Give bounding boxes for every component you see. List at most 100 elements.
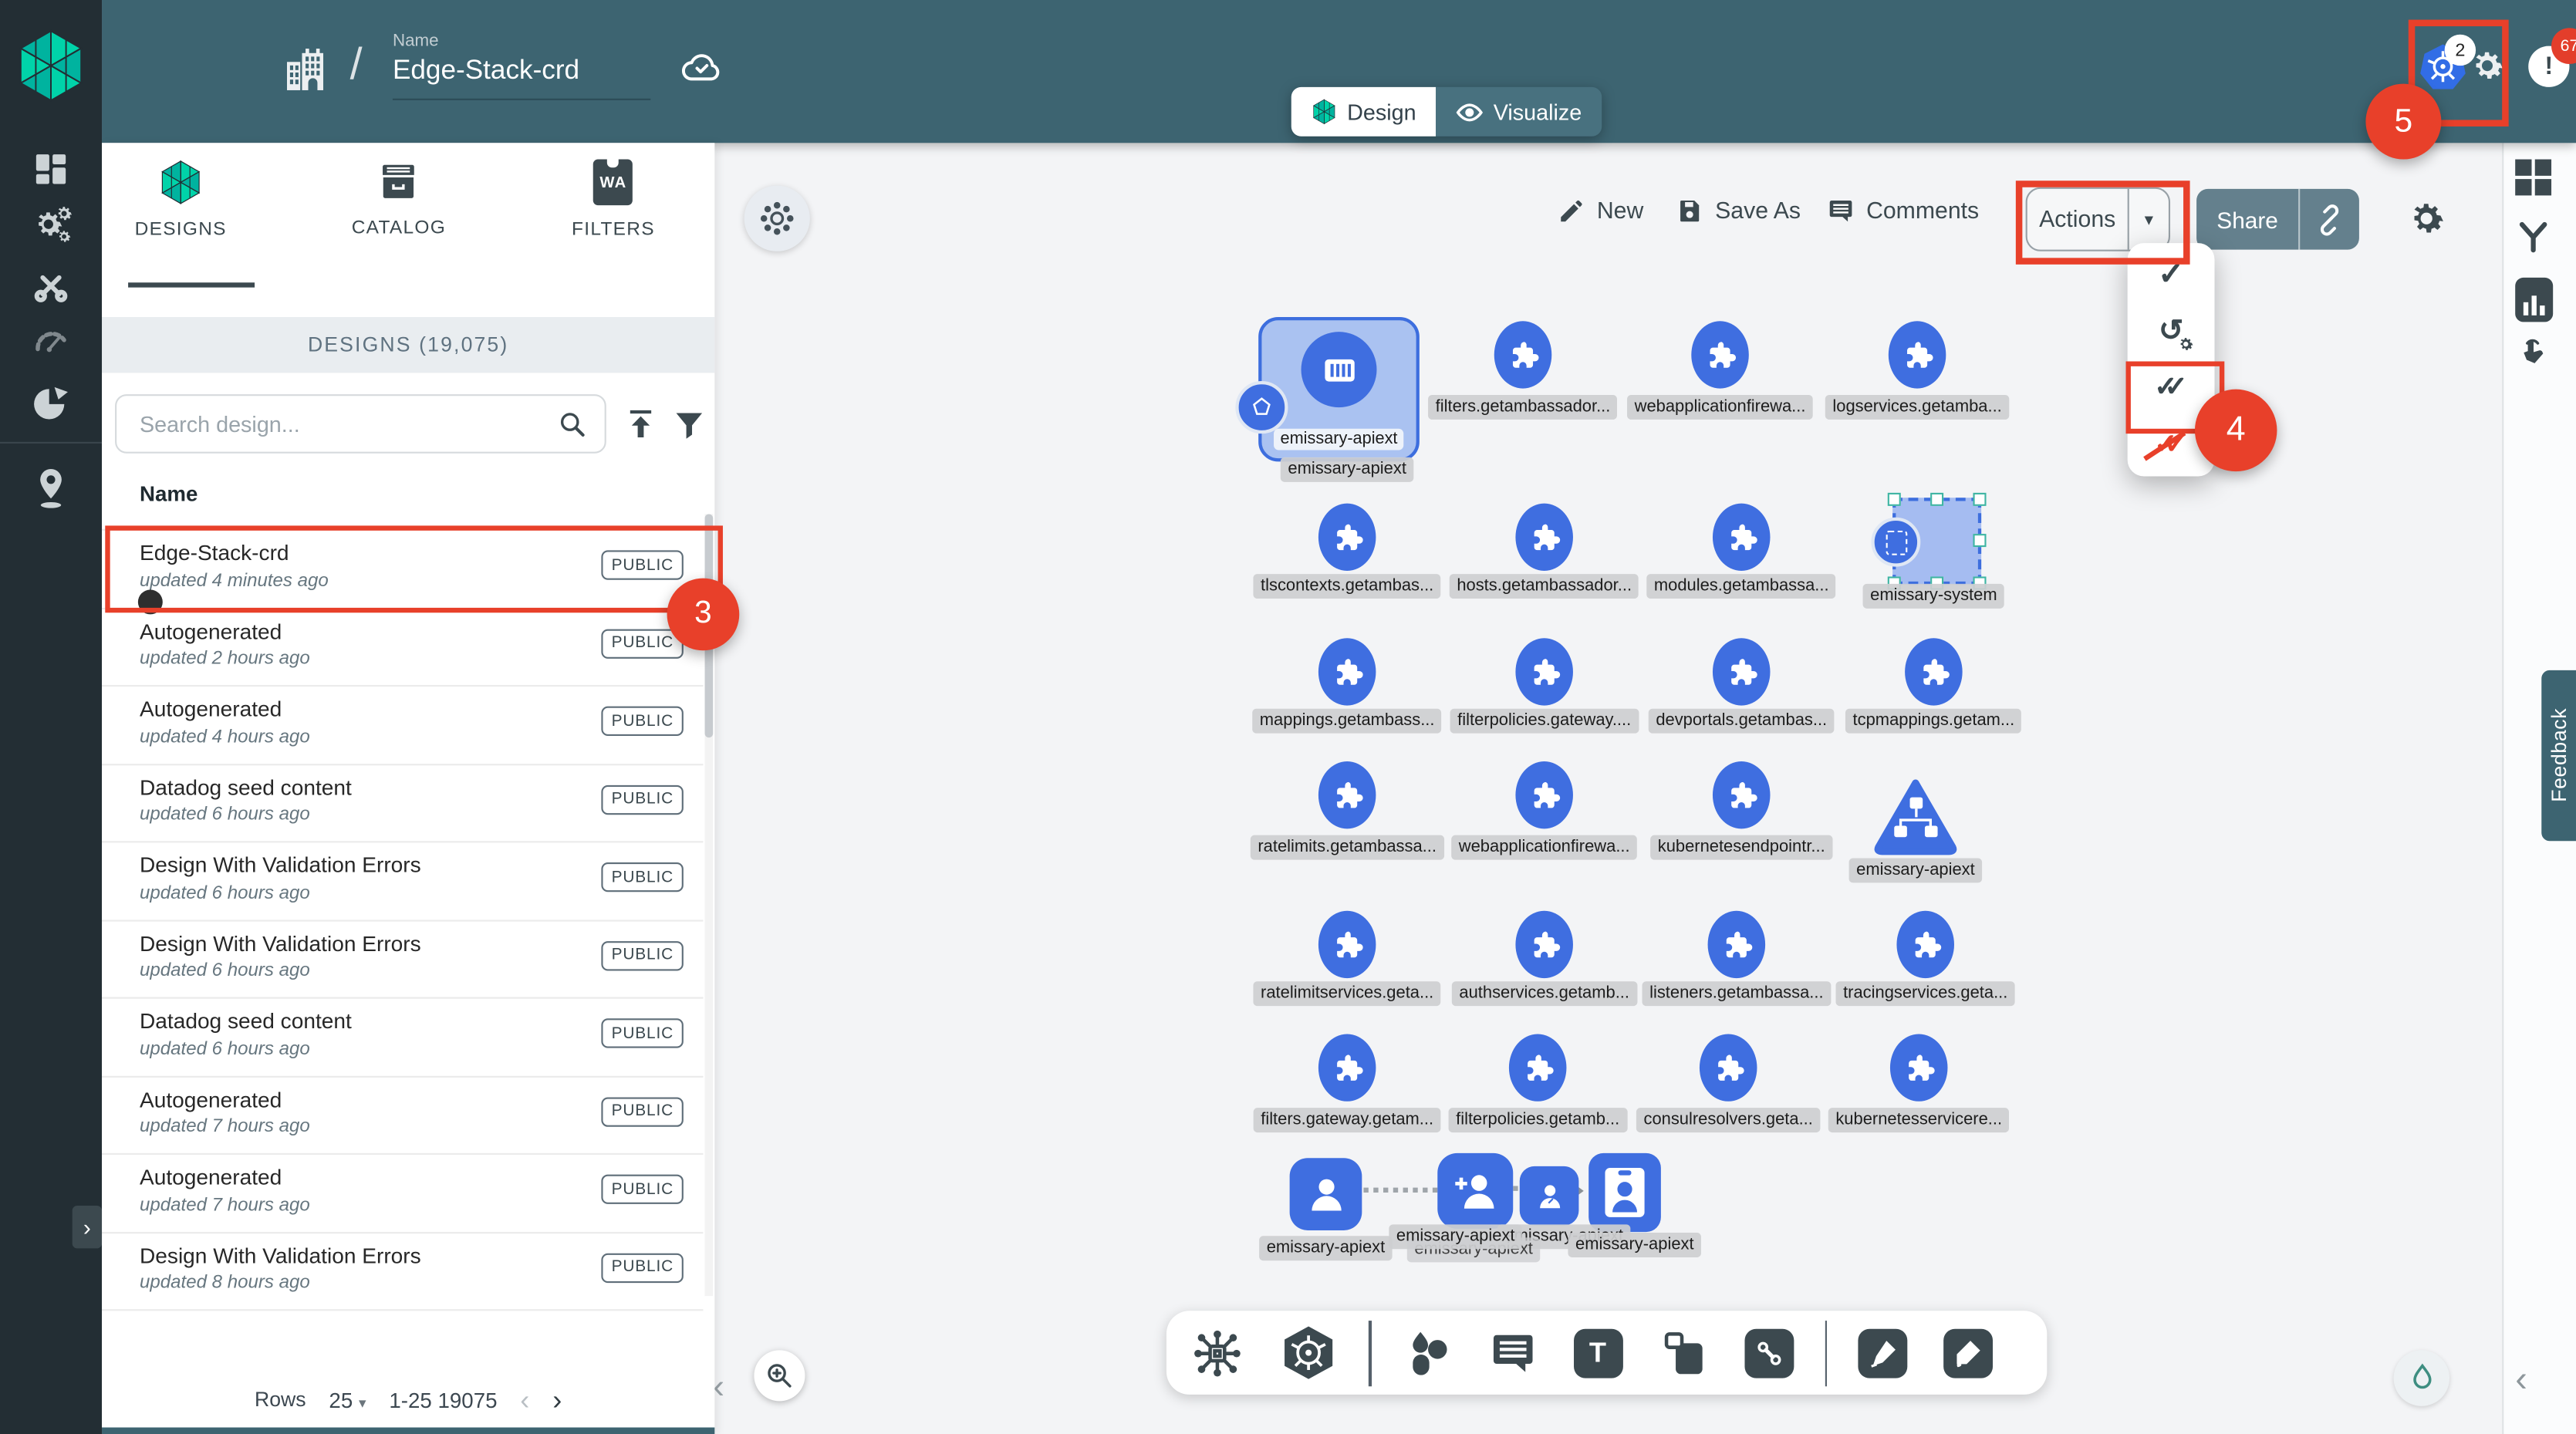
ink-drop-button[interactable] <box>2394 1350 2449 1405</box>
canvas-node[interactable] <box>1509 1034 1567 1101</box>
comments-button[interactable]: Comments <box>1827 197 1979 225</box>
canvas-node-person-badge[interactable] <box>1588 1153 1661 1232</box>
selection-handle[interactable] <box>1973 534 1986 547</box>
new-button[interactable]: New <box>1558 197 1644 225</box>
canvas-node[interactable] <box>1713 638 1771 705</box>
canvas-node-person-add[interactable] <box>1437 1153 1513 1229</box>
undeploy-check-off-icon[interactable]: ✓✓ <box>2121 420 2221 469</box>
link-icon[interactable] <box>1744 1328 1793 1378</box>
canvas-node[interactable] <box>1318 911 1376 978</box>
save-as-button[interactable]: Save As <box>1676 197 1801 225</box>
canvas-node[interactable] <box>1700 1034 1757 1101</box>
list-item-design[interactable]: Datadog seed content updated 6 hours ago… <box>102 764 703 842</box>
canvas-settings-gear-icon[interactable] <box>2406 197 2448 240</box>
list-item-design[interactable]: Design With Validation Errors updated 6 … <box>102 921 703 999</box>
canvas-node[interactable] <box>1889 321 1946 388</box>
lifecycle-gears-icon[interactable] <box>31 207 70 246</box>
text-icon[interactable]: T <box>1573 1328 1622 1378</box>
canvas-node[interactable] <box>1494 321 1552 388</box>
workspace-building-icon[interactable] <box>282 46 329 93</box>
selection-handle[interactable] <box>1973 493 1986 506</box>
dry-run-history-icon[interactable]: ↺ <box>2128 307 2215 356</box>
tab-design[interactable]: Design <box>1291 87 1436 137</box>
meshery-logo[interactable] <box>13 28 89 103</box>
canvas-node[interactable] <box>1691 321 1749 388</box>
cloud-saved-icon[interactable] <box>678 48 724 87</box>
selection-handle[interactable] <box>1930 493 1943 506</box>
list-item-design[interactable]: Autogenerated updated 7 hours ago PUBLIC <box>102 1077 703 1155</box>
performance-gauge-icon[interactable] <box>31 322 70 361</box>
canvas-node[interactable] <box>1318 1034 1376 1101</box>
canvas-node[interactable] <box>1515 761 1573 828</box>
canvas-node[interactable] <box>1515 504 1573 571</box>
list-item-design[interactable]: Autogenerated updated 2 hours ago PUBLIC <box>102 609 703 687</box>
kubernetes-context-switcher[interactable]: 2 <box>2419 41 2468 92</box>
design-name-input[interactable] <box>393 56 650 100</box>
shapes-icon[interactable] <box>1402 1328 1451 1378</box>
kubernetes-icon[interactable] <box>1280 1324 1338 1382</box>
canvas-node[interactable] <box>1713 504 1771 571</box>
canvas-node[interactable] <box>1318 638 1376 705</box>
expand-panel-chevron[interactable]: › <box>73 1206 102 1248</box>
canvas-node-selected[interactable]: emissary-apiext <box>1258 317 1420 461</box>
components-grid-icon[interactable] <box>2515 160 2551 196</box>
canvas-node[interactable] <box>1713 761 1771 828</box>
feedback-tab[interactable]: Feedback <box>2541 670 2576 841</box>
zoom-in-button[interactable] <box>754 1350 805 1401</box>
filter-funnel-icon[interactable] <box>672 407 707 442</box>
validate-check-icon[interactable]: ✓ <box>2128 251 2215 300</box>
canvas-node-network[interactable] <box>1873 778 1959 855</box>
list-item-design[interactable]: Edge-Stack-crd updated 4 minutes ago PUB… <box>102 529 703 609</box>
tab-visualize[interactable]: Visualize <box>1436 87 1602 137</box>
canvas-node-cluster-button[interactable] <box>744 186 810 251</box>
list-scrollbar-thumb[interactable] <box>705 515 714 738</box>
canvas-node[interactable] <box>1318 761 1376 828</box>
list-item-design[interactable]: Autogenerated updated 7 hours ago PUBLIC <box>102 1155 703 1233</box>
search-design-input[interactable] <box>137 410 557 437</box>
comment-icon[interactable] <box>1487 1328 1537 1378</box>
touch-icon[interactable] <box>2515 333 2551 369</box>
canvas-node[interactable] <box>1905 638 1963 705</box>
list-item-design[interactable]: Design With Validation Errors updated 6 … <box>102 842 703 920</box>
collapse-panel-chevron[interactable]: ‹ <box>713 1368 724 1408</box>
tab-catalog[interactable]: CATALOG <box>352 160 446 238</box>
configuration-tools-icon[interactable] <box>31 266 70 305</box>
collapse-right-rail-chevron[interactable]: ‹ <box>2515 1358 2527 1401</box>
wasm-filter-icon: WA <box>593 160 633 206</box>
canvas-node[interactable] <box>1890 1034 1948 1101</box>
extensions-icon[interactable] <box>29 383 72 425</box>
selection-handle[interactable] <box>1888 493 1901 506</box>
canvas-node[interactable] <box>1708 911 1766 978</box>
node-graph-icon[interactable] <box>1191 1327 1244 1379</box>
chart-icon[interactable] <box>2515 278 2553 322</box>
actions-button[interactable]: Actions ▼ <box>2026 187 2170 251</box>
canvas-node[interactable] <box>1515 911 1573 978</box>
actions-caret-icon[interactable]: ▼ <box>2129 211 2169 228</box>
edge-y-icon[interactable] <box>2515 218 2551 255</box>
search-icon[interactable] <box>557 408 588 439</box>
canvas-node-namespace-selected[interactable] <box>1892 498 1981 585</box>
canvas-node-person-small[interactable] <box>1520 1166 1579 1226</box>
note-icon[interactable] <box>1659 1328 1708 1378</box>
share-button[interactable]: Share <box>2196 189 2359 250</box>
sketch-pen-icon[interactable] <box>1943 1328 1993 1378</box>
connections-pin-icon[interactable] <box>31 467 70 509</box>
tab-filters[interactable]: WA FILTERS <box>572 160 655 240</box>
copy-link-icon[interactable] <box>2311 201 2348 238</box>
tab-designs[interactable]: DESIGNS <box>135 160 227 240</box>
list-item-design[interactable]: Autogenerated updated 4 hours ago PUBLIC <box>102 687 703 764</box>
rows-per-page-select[interactable]: 25 ▾ <box>329 1387 366 1412</box>
canvas-node[interactable] <box>1318 504 1376 571</box>
canvas-node[interactable] <box>1896 911 1954 978</box>
publish-upload-icon[interactable] <box>623 406 659 442</box>
deploy-check-icon[interactable]: ✓✓ <box>2121 363 2221 413</box>
edge-pen-icon[interactable] <box>1858 1328 1907 1378</box>
list-item-design[interactable]: Datadog seed content updated 6 hours ago… <box>102 999 703 1077</box>
prev-page-chevron[interactable]: ‹ <box>520 1385 529 1413</box>
canvas-node[interactable] <box>1515 638 1573 705</box>
next-page-chevron[interactable]: › <box>552 1385 562 1413</box>
settings-gear-icon[interactable] <box>2467 46 2507 86</box>
canvas-node-person[interactable] <box>1290 1158 1362 1230</box>
list-item-design[interactable]: Design With Validation Errors updated 8 … <box>102 1233 703 1311</box>
dashboard-icon[interactable] <box>31 150 70 189</box>
